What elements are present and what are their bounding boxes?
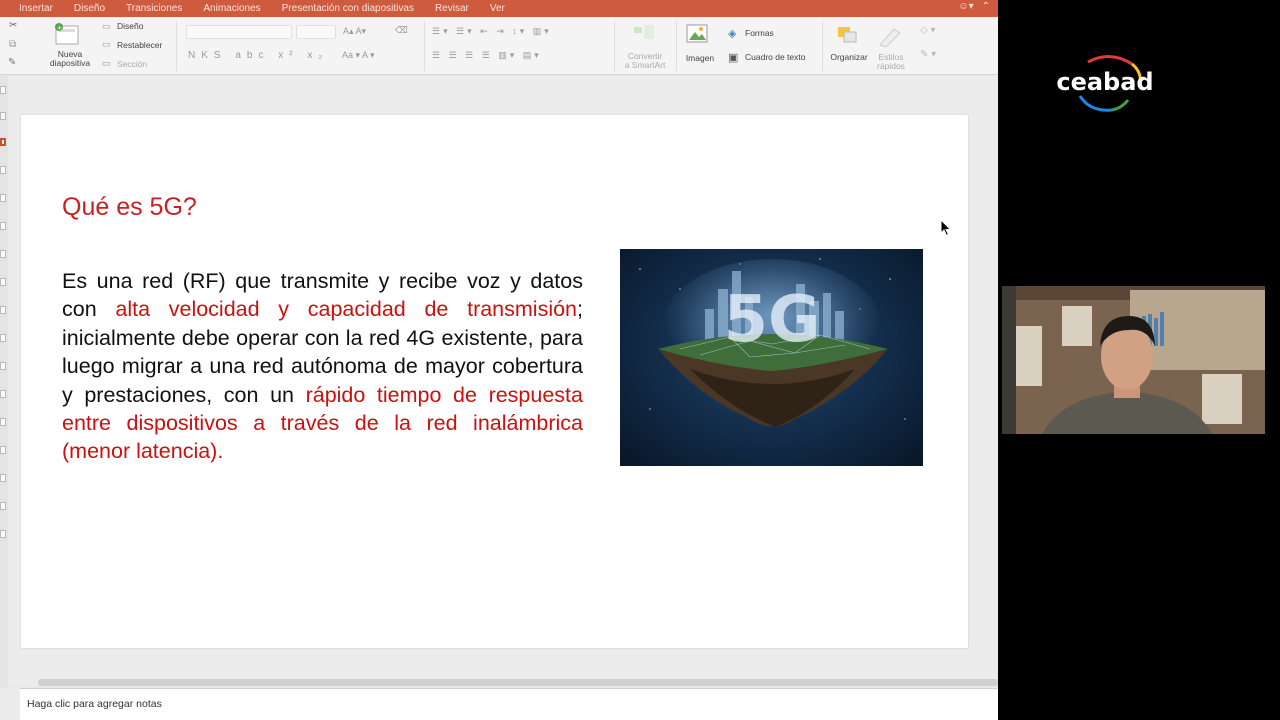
thumbnail-marker[interactable]	[0, 250, 6, 258]
logo-text: ceabad	[1056, 68, 1153, 96]
highlighted-text-segment: alta velocidad y capacidad de transmisió…	[115, 297, 578, 322]
new-slide-button[interactable]: + Nueva diapositiva	[44, 20, 96, 74]
layout-icon: ▭	[102, 21, 111, 31]
new-slide-label-2: diapositiva	[49, 58, 91, 68]
shape-fill-icon[interactable]: ◇ ▾	[920, 25, 936, 36]
thumbnail-marker[interactable]	[0, 222, 6, 230]
convert-smartart-label-2: a SmartArt	[624, 60, 666, 70]
5g-image-text: 5G	[723, 283, 820, 357]
svg-text:+: +	[57, 24, 63, 32]
clear-format-icon[interactable]: ⌫	[395, 25, 408, 36]
tab-insertar[interactable]: Insertar	[19, 3, 53, 14]
thumbnail-marker[interactable]	[0, 278, 6, 286]
grow-font-icon[interactable]: A▴ A▾	[343, 26, 366, 37]
tab-transiciones[interactable]: Transiciones	[126, 3, 182, 14]
thumbnail-marker[interactable]	[0, 474, 6, 482]
reset-icon: ▭	[102, 39, 111, 49]
shape-outline-icon[interactable]: ✎ ▾	[920, 49, 936, 60]
tab-presentacion[interactable]: Presentación con diapositivas	[282, 3, 414, 14]
image-icon[interactable]	[686, 23, 710, 45]
video-side-panel: ceabad	[998, 0, 1280, 720]
layout-button[interactable]: Diseño	[117, 22, 143, 31]
font-color-icon[interactable]: Aa ▾ A ▾	[342, 50, 375, 61]
tab-diseno[interactable]: Diseño	[74, 3, 105, 14]
tab-revisar[interactable]: Revisar	[435, 3, 469, 14]
thumbnail-marker[interactable]	[0, 86, 6, 94]
textbox-button[interactable]: Cuadro de texto	[745, 53, 805, 62]
section-button[interactable]: Sección	[117, 60, 147, 69]
thumbnail-marker[interactable]	[0, 446, 6, 454]
align-icons[interactable]: ☰ ☰ ☰ ☰ ▥▾ ▤▾	[432, 50, 542, 61]
thumbnail-marker[interactable]	[0, 194, 6, 202]
mouse-cursor-icon	[940, 219, 952, 237]
arrange-label[interactable]: Organizar	[826, 53, 872, 62]
thumbnail-marker[interactable]	[0, 530, 6, 538]
current-slide[interactable]: Qué es 5G? Es una red (RF) que transmite…	[21, 115, 968, 648]
arrange-icon[interactable]	[836, 25, 860, 45]
font-family-select[interactable]	[186, 25, 292, 39]
smiley-feedback-icon[interactable]: ☺▾	[958, 1, 973, 12]
font-style-icons[interactable]: NKS abc x² x₂	[188, 50, 328, 61]
textbox-icon: ▣	[728, 52, 739, 64]
cut-icon[interactable]: ✂	[9, 20, 17, 31]
slide-title[interactable]: Qué es 5G?	[62, 193, 197, 222]
powerpoint-window: Insertar Diseño Transiciones Animaciones…	[0, 0, 998, 720]
thumbnail-marker[interactable]	[0, 390, 6, 398]
copy-icon[interactable]: ⧉	[9, 39, 16, 50]
tab-animaciones[interactable]: Animaciones	[203, 3, 260, 14]
webcam-presenter-feed	[1002, 286, 1265, 434]
image-label[interactable]: Imagen	[682, 54, 718, 63]
font-size-select[interactable]	[296, 25, 336, 39]
thumbnail-marker-active[interactable]	[0, 138, 6, 146]
ribbon-toolbar: ✂ ⧉ ✎ + Nueva diapositiva ▭ Diseño ▭ Res…	[0, 17, 998, 75]
thumbnail-marker[interactable]	[0, 306, 6, 314]
slide-editing-area: Qué es 5G? Es una red (RF) que transmite…	[8, 76, 998, 686]
quick-styles-label-2: rápidos	[877, 61, 905, 71]
reset-button[interactable]: Restablecer	[117, 41, 162, 50]
notes-placeholder: Haga clic para agregar notas	[27, 698, 162, 710]
shapes-icon: ◈	[728, 28, 737, 40]
thumbnail-marker[interactable]	[0, 418, 6, 426]
5g-illustration: 5G	[639, 258, 906, 427]
format-painter-icon[interactable]: ✎	[8, 57, 16, 68]
thumbnail-marker[interactable]	[0, 502, 6, 510]
thumbnail-marker[interactable]	[0, 362, 6, 370]
shapes-button[interactable]: Formas	[745, 29, 774, 38]
quick-styles-icon[interactable]	[876, 25, 904, 47]
slide-thumbnail-strip[interactable]	[0, 76, 8, 696]
slide-body-text[interactable]: Es una red (RF) que transmite y recibe v…	[62, 267, 583, 466]
list-icons[interactable]: ☰▾ ☰▾ ⇤ ⇥ ↕▾ ▥▾	[432, 26, 552, 37]
thumbnail-marker[interactable]	[0, 112, 6, 120]
thumbnail-marker[interactable]	[0, 334, 6, 342]
5g-floating-island-image[interactable]: 5G	[620, 249, 923, 466]
collapse-ribbon-icon[interactable]: ⌃	[982, 1, 990, 12]
new-slide-icon: +	[55, 23, 79, 45]
notes-pane[interactable]: Haga clic para agregar notas	[20, 688, 998, 720]
tab-ver[interactable]: Ver	[490, 3, 505, 14]
ceabad-logo: ceabad	[1050, 52, 1160, 118]
smartart-icon[interactable]	[632, 23, 656, 43]
horizontal-scrollbar[interactable]	[38, 679, 998, 686]
ribbon-tab-bar: Insertar Diseño Transiciones Animaciones…	[0, 0, 998, 17]
section-icon: ▭	[102, 58, 111, 68]
thumbnail-marker[interactable]	[0, 166, 6, 174]
